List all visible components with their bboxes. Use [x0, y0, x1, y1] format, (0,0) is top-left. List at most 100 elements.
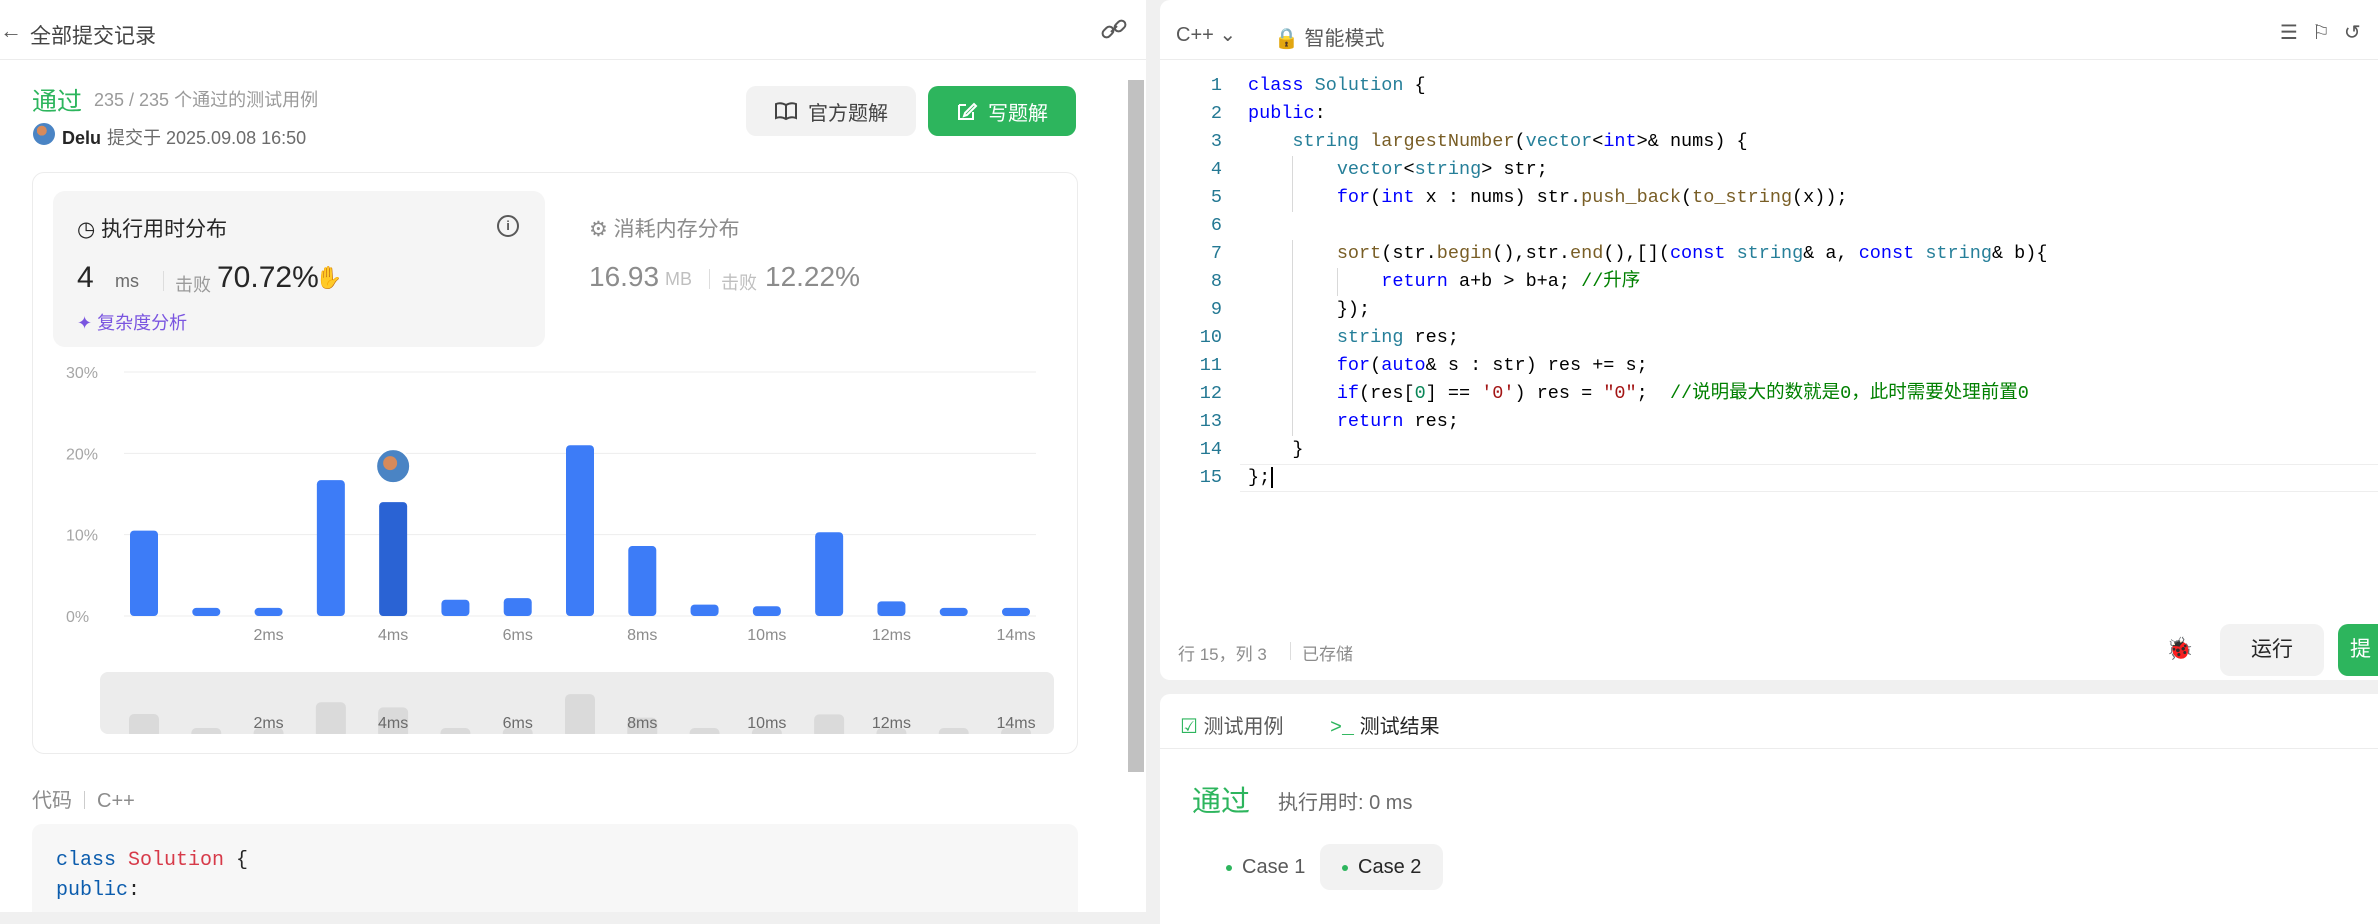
x-tick-label: 6ms	[503, 627, 533, 644]
y-tick-label: 0%	[66, 609, 89, 626]
submit-button[interactable]: 提	[2338, 624, 2378, 676]
chart-bar	[566, 445, 594, 616]
chart-bar	[690, 604, 719, 616]
code-line[interactable]: 11 for(auto& s : str) res += s;	[1160, 352, 2378, 380]
avatar[interactable]	[32, 122, 56, 146]
code-line[interactable]: 14 }	[1160, 436, 2378, 464]
complexity-label: 复杂度分析	[97, 313, 188, 333]
current-line-highlight	[1240, 464, 2378, 492]
code-text: vector<string> str;	[1336, 159, 1548, 180]
write-solution-button[interactable]: 写题解	[928, 86, 1076, 136]
cursor-position: 行 15，列 3	[1178, 645, 1267, 664]
divider	[163, 271, 164, 291]
text-cursor	[1271, 467, 1274, 488]
tab-testcases[interactable]: ☑ 测试用例	[1180, 710, 1284, 739]
case-1-tab[interactable]: Case 1	[1204, 844, 1327, 890]
preview-classname: Solution	[128, 849, 225, 872]
tab-testcases-label: 测试用例	[1203, 716, 1284, 738]
code-line[interactable]: 2 public:	[1160, 100, 2378, 128]
write-solution-label: 写题解	[988, 102, 1048, 125]
y-tick-label: 10%	[66, 528, 98, 545]
code-line[interactable]: 5 for(int x : nums) str.push_back(to_str…	[1160, 184, 2378, 212]
test-panel: ☑ 测试用例 >_ 测试结果 通过 执行用时: 0 ms Case 1 Case…	[1160, 694, 2378, 924]
code-text: return res;	[1336, 411, 1459, 432]
code-line[interactable]: 6	[1160, 212, 2378, 240]
code-line[interactable]: 4 vector<string> str;	[1160, 156, 2378, 184]
code-line[interactable]: 1 class Solution {	[1160, 72, 2378, 100]
chart-bar	[316, 480, 345, 616]
code-text: public:	[1248, 103, 1326, 124]
back-arrow-icon[interactable]: ←	[0, 18, 22, 44]
reset-icon[interactable]: ↺	[2344, 22, 2375, 44]
bookmark-icon[interactable]: ⚐	[2312, 22, 2344, 44]
format-icon[interactable]: ☰	[2280, 22, 2312, 44]
all-submissions-title[interactable]: 全部提交记录	[30, 20, 156, 50]
navigator-tick-label: 12ms	[872, 715, 911, 732]
info-icon[interactable]: i	[497, 215, 519, 237]
scrollbar[interactable]	[1128, 80, 1144, 772]
code-line[interactable]: 10 string res;	[1160, 324, 2378, 352]
editor-toolbar: C++ ⌄ 🔒 智能模式 ☰⚐↺	[1160, 0, 2378, 60]
code-text: return a+b > b+a; //升序	[1381, 271, 1641, 292]
code-lang: C++	[97, 790, 135, 812]
chart-range-navigator[interactable]: 2ms 4ms 6ms 8ms 10ms 12ms 14ms	[100, 672, 1054, 734]
chart-bar	[192, 607, 221, 616]
divider	[1290, 642, 1291, 660]
y-tick-label: 20%	[66, 446, 98, 463]
avatar-face	[383, 456, 398, 471]
run-button[interactable]: 运行	[2220, 624, 2324, 676]
code-text: sort(str.begin(),str.end(),[](const stri…	[1336, 243, 2048, 264]
chart-bar	[1002, 607, 1030, 616]
code-line[interactable]: 9 });	[1160, 296, 2378, 324]
link-icon[interactable]	[1100, 18, 1128, 42]
code-line[interactable]: 12 if(res[0] == '0') res = "0"; //说明最大的数…	[1160, 380, 2378, 408]
navigator-bar	[191, 728, 222, 734]
chart-bar	[441, 599, 470, 616]
lock-icon: 🔒	[1274, 28, 1299, 50]
tab-results[interactable]: >_ 测试结果	[1330, 710, 1440, 740]
clap-icon: ✋	[315, 265, 343, 290]
code-lines[interactable]: 1 class Solution {2 public: 3 string larges…	[1160, 72, 2378, 492]
memory-unit: MB	[665, 269, 692, 289]
runtime-distribution-tab[interactable]: ◷ 执行用时分布 i 4 ms 击败 70.72% ✋ ✦ 复杂度分析	[53, 191, 545, 347]
case-2-tab[interactable]: Case 2	[1320, 844, 1444, 890]
complexity-analysis-link[interactable]: ✦ 复杂度分析	[77, 309, 187, 335]
code-line[interactable]: 13 return res;	[1160, 408, 2378, 436]
preview-line: class Solution {	[56, 849, 249, 872]
chart-bar	[379, 502, 408, 616]
official-solution-button[interactable]: 官方题解	[746, 86, 916, 136]
code-line[interactable]: 7 sort(str.begin(),str.end(),[](const st…	[1160, 240, 2378, 268]
navigator-svg: 2ms 4ms 6ms 8ms 10ms 12ms 14ms	[129, 694, 1036, 734]
navigator-tick-label: 2ms	[253, 715, 283, 732]
chart-bar	[877, 601, 906, 616]
language-select[interactable]: C++ ⌄	[1176, 22, 1236, 47]
navigator-tick-label: 8ms	[627, 715, 657, 732]
line-number: 7	[1210, 243, 1222, 264]
editor-area: C++ ⌄ 🔒 智能模式 ☰⚐↺ 1 class Solution {2 publi…	[1160, 0, 2378, 924]
memory-beat-label: 击败	[721, 273, 757, 293]
code-line[interactable]: 8 return a+b > b+a; //升序	[1160, 268, 2378, 296]
passed-cases-count: 235 / 235 个通过的测试用例	[94, 90, 319, 110]
runtime-label-wrap: ◷ 执行用时分布	[77, 213, 227, 243]
chart-bar	[130, 530, 158, 616]
debug-icon[interactable]: 🐞	[2166, 636, 2193, 662]
code-line[interactable]: 3 string largestNumber(vector<int>& nums…	[1160, 128, 2378, 156]
submitter-info: Delu 提交于 2025.09.08 16:50	[62, 124, 306, 150]
submitter-name[interactable]: Delu	[62, 128, 101, 148]
submission-status: 通过	[32, 88, 83, 116]
chart-bar	[628, 546, 657, 616]
sparkle-icon: ✦	[77, 313, 93, 333]
code-text: for(auto& s : str) res += s;	[1336, 355, 1648, 376]
submitted-code-preview: class Solution { public:	[32, 824, 1078, 912]
smart-mode-toggle[interactable]: 🔒 智能模式	[1274, 22, 1384, 51]
memory-beat-percent: 12.22%	[765, 261, 860, 292]
code-text: for(int x : nums) str.push_back(to_strin…	[1336, 187, 1848, 208]
runtime-value: 4	[77, 261, 94, 294]
line-number: 5	[1210, 187, 1222, 208]
navigator-bar	[129, 714, 159, 734]
line-number: 3	[1210, 131, 1222, 152]
divider	[709, 269, 710, 289]
mode-label: 智能模式	[1304, 28, 1385, 50]
x-tick-label: 12ms	[872, 627, 911, 644]
code-line[interactable]: 15};	[1160, 464, 2378, 492]
